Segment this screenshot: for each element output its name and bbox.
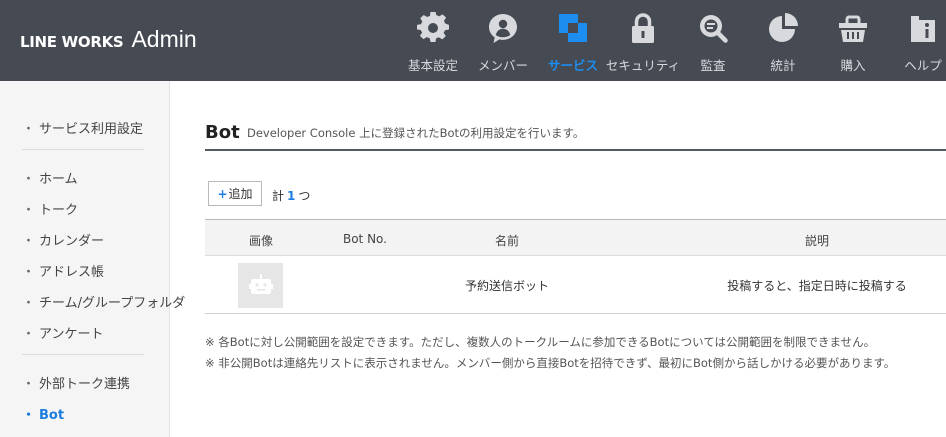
member-icon: [486, 11, 520, 45]
audit-search-icon: [696, 11, 730, 45]
nav-item-statistics[interactable]: 統計: [748, 0, 818, 81]
main-nav: 基本設定 メンバー サービス セキュリティ 監査 統計 購入 ヘルプ: [398, 0, 946, 81]
title-divider: [205, 149, 946, 151]
lock-icon: [626, 11, 660, 45]
page-description: Developer Console 上に登録されたBotの利用設定を行います。: [247, 126, 585, 140]
sidebar-item-team-folder[interactable]: ・チーム/グループフォルダ: [22, 292, 185, 311]
cell-bot-name[interactable]: 予約送信ボット: [437, 277, 577, 294]
add-bot-button[interactable]: + 追加: [208, 181, 262, 206]
bullet: ・: [22, 265, 36, 280]
bullet: ・: [22, 203, 36, 218]
sidebar-item-home[interactable]: ・ホーム: [22, 168, 78, 187]
page-title: Bot: [205, 122, 240, 143]
service-icon: [556, 11, 590, 45]
add-button-label: 追加: [228, 187, 253, 201]
sidebar-item-address-book[interactable]: ・アドレス帳: [22, 261, 104, 280]
gear-icon: [416, 11, 450, 45]
bullet: ・: [22, 122, 36, 137]
nav-label: ヘルプ: [904, 58, 942, 73]
column-header-name: 名前: [494, 234, 519, 248]
column-header-description: 説明: [804, 234, 829, 248]
sidebar-item-label: アンケート: [39, 327, 104, 342]
bot-count: 計1つ: [272, 187, 310, 204]
note-visibility: ※ 各Botに対し公開範囲を設定できます。ただし、複数人のトークルームに参加でき…: [205, 335, 876, 349]
sidebar-item-label: Bot: [39, 408, 65, 423]
bot-avatar-icon: [238, 263, 283, 308]
bullet: ・: [22, 296, 36, 311]
column-header-image: 画像: [248, 234, 273, 248]
logo-brand: LINE WORKS: [20, 33, 124, 51]
table-header: 画像 Bot No. 名前 説明: [205, 220, 946, 256]
count-prefix: 計: [272, 189, 285, 203]
robot-icon: [248, 273, 273, 294]
nav-item-services[interactable]: サービス: [538, 0, 608, 81]
count-value: 1: [287, 189, 296, 203]
app-logo[interactable]: LINE WORKS Admin: [20, 26, 197, 56]
plus-icon: +: [217, 186, 228, 201]
sidebar-item-bot[interactable]: ・ Bot: [22, 404, 64, 423]
column-header-bot-no: Bot No.: [342, 232, 387, 246]
nav-item-security[interactable]: セキュリティ: [606, 0, 680, 81]
sidebar-item-survey[interactable]: ・アンケート: [22, 323, 104, 342]
sidebar-item-calendar[interactable]: ・カレンダー: [22, 230, 104, 249]
nav-item-audit[interactable]: 監査: [678, 0, 748, 81]
logo-admin: Admin: [131, 26, 197, 52]
nav-item-members[interactable]: メンバー: [468, 0, 538, 81]
bullet: ・: [22, 408, 36, 423]
bullet: ・: [22, 172, 36, 187]
sidebar-item-label: チーム/グループフォルダ: [39, 296, 186, 311]
nav-item-purchase[interactable]: 購入: [818, 0, 888, 81]
shopping-basket-icon: [836, 11, 870, 45]
sidebar-divider: [22, 354, 144, 355]
cell-bot-description: 投稿すると、指定日時に投稿する: [727, 279, 907, 293]
bullet: ・: [22, 327, 36, 342]
sidebar-item-label: カレンダー: [39, 234, 105, 249]
sidebar-item-service-settings[interactable]: ・サービス利用設定: [22, 118, 143, 137]
table-row[interactable]: 予約送信ボット 投稿すると、指定日時に投稿する: [205, 256, 946, 314]
sidebar-divider: [22, 149, 144, 150]
count-suffix: つ: [298, 189, 311, 203]
sidebar-item-label: 外部トーク連携: [39, 377, 131, 392]
sidebar-item-external-talk[interactable]: ・外部トーク連携: [22, 373, 130, 392]
sidebar-item-label: サービス利用設定: [39, 122, 144, 137]
sidebar-item-label: トーク: [39, 203, 79, 218]
bullet: ・: [22, 234, 36, 249]
sidebar: ・サービス利用設定 ・ホーム ・トーク ・カレンダー ・アドレス帳 ・チーム/グ…: [0, 81, 185, 437]
sidebar-item-label: ホーム: [39, 172, 78, 187]
pie-chart-icon: [766, 11, 800, 45]
note-private-bot: ※ 非公開Botは連絡先リストに表示されません。メンバー側から直接Botを招待で…: [205, 356, 896, 370]
sidebar-item-label: アドレス帳: [39, 265, 105, 280]
nav-item-basic-settings[interactable]: 基本設定: [398, 0, 468, 81]
help-info-icon: [906, 11, 940, 45]
nav-item-help[interactable]: ヘルプ: [888, 0, 946, 81]
top-header: LINE WORKS Admin 基本設定 メンバー サービス セキュリティ 監…: [0, 0, 946, 81]
bullet: ・: [22, 377, 36, 392]
sidebar-item-talk[interactable]: ・トーク: [22, 199, 78, 218]
